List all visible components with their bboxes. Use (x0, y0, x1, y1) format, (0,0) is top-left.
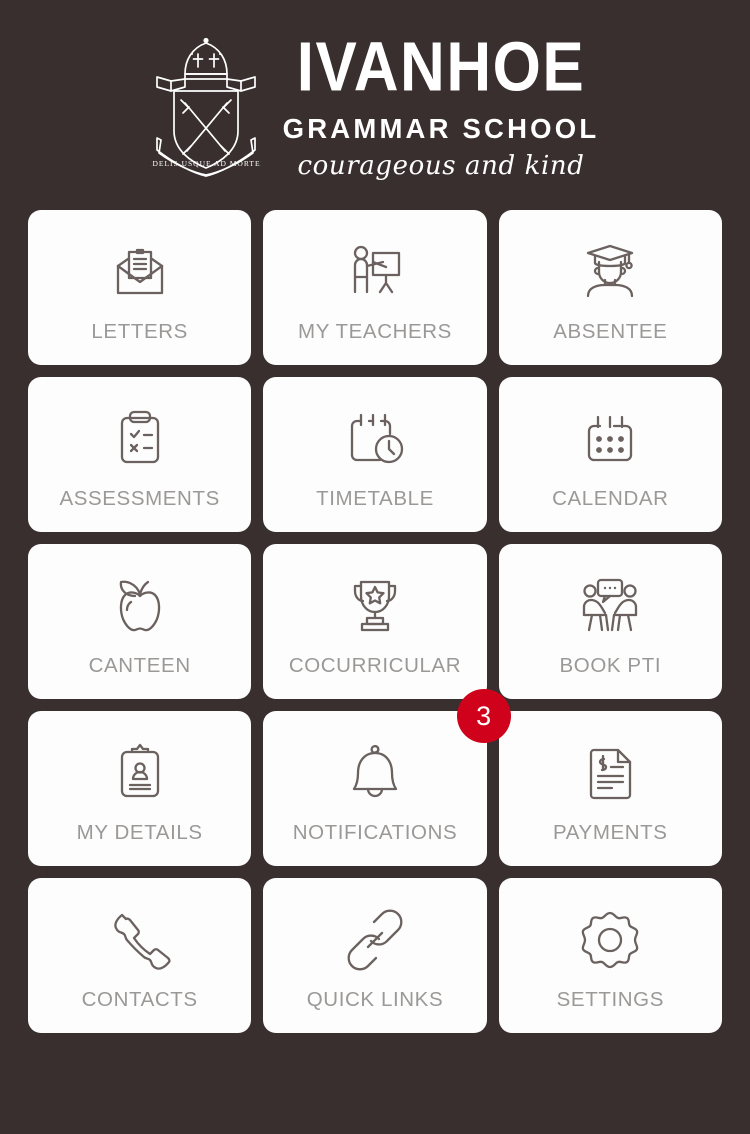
chain-link-icon (339, 904, 411, 976)
tile-label: MY DETAILS (76, 821, 203, 844)
calendar-dots-icon (574, 403, 646, 475)
phone-handset-icon (104, 904, 176, 976)
invoice-dollar-icon (574, 737, 646, 809)
tile-label: ASSESSMENTS (59, 487, 220, 510)
tile-letters[interactable]: LETTERS (28, 210, 252, 365)
tile-label: QUICK LINKS (306, 988, 444, 1011)
tile-settings[interactable]: SETTINGS (498, 878, 722, 1033)
app-menu-grid: LETTERS MY TEACHERS ABSENTEE ASSESSMENTS… (28, 210, 722, 1033)
tile-notifications[interactable]: 3 NOTIFICATIONS (263, 689, 511, 866)
tile-label: TIMETABLE (316, 487, 434, 510)
svg-text:FIDELIS USQUE AD MORTEM: FIDELIS USQUE AD MORTEM (151, 159, 261, 168)
tile-label: LETTERS (91, 320, 188, 343)
tile-label: BOOK PTI (559, 654, 662, 677)
calendar-clock-icon (339, 403, 411, 475)
tile-label: COCURRICULAR (288, 654, 462, 677)
trophy-star-icon (339, 570, 411, 642)
bell-icon (339, 737, 411, 809)
interview-chat-icon (574, 570, 646, 642)
tile-label: CALENDAR (552, 487, 669, 510)
tile-absentee[interactable]: ABSENTEE (498, 210, 722, 365)
tile-cocurricular[interactable]: COCURRICULAR (263, 544, 487, 699)
teacher-whiteboard-icon (339, 236, 411, 308)
tile-canteen[interactable]: CANTEEN (28, 544, 252, 699)
tile-timetable[interactable]: TIMETABLE (263, 377, 487, 532)
gear-icon (574, 904, 646, 976)
tile-label: CANTEEN (88, 654, 191, 677)
tile-assessments[interactable]: ASSESSMENTS (28, 377, 252, 532)
clipboard-profile-icon (104, 737, 176, 809)
graduate-student-icon (574, 236, 646, 308)
apple-icon (104, 570, 176, 642)
tile-calendar[interactable]: CALENDAR (498, 377, 722, 532)
tile-book-pti[interactable]: BOOK PTI (498, 544, 722, 699)
tile-label: SETTINGS (556, 988, 664, 1011)
tile-label: NOTIFICATIONS (292, 821, 458, 844)
tile-payments[interactable]: PAYMENTS (498, 711, 722, 866)
envelope-letter-icon (104, 236, 176, 308)
tile-label: ABSENTEE (553, 320, 668, 343)
school-tagline: courageous and kind (297, 150, 585, 181)
school-crest-icon: FIDELIS USQUE AD MORTEM (143, 34, 267, 186)
tile-my-details[interactable]: MY DETAILS (28, 711, 252, 866)
tile-my-teachers[interactable]: MY TEACHERS (263, 210, 487, 365)
wordmark-sub: GRAMMAR SCHOOL (282, 113, 600, 145)
clipboard-checklist-icon (104, 403, 176, 475)
school-wordmark: IVANHOE GRAMMAR SCHOOL courageous and ki… (282, 33, 600, 181)
tile-label: MY TEACHERS (298, 320, 452, 343)
tile-quick-links[interactable]: QUICK LINKS (263, 878, 487, 1033)
tile-label: CONTACTS (81, 988, 198, 1011)
wordmark-main: IVANHOE (296, 29, 586, 107)
app-header: FIDELIS USQUE AD MORTEM IVANHOE GRAMMAR … (0, 0, 750, 210)
tile-label: PAYMENTS (553, 821, 668, 844)
notifications-badge: 3 (456, 689, 511, 743)
tile-contacts[interactable]: CONTACTS (28, 878, 252, 1033)
